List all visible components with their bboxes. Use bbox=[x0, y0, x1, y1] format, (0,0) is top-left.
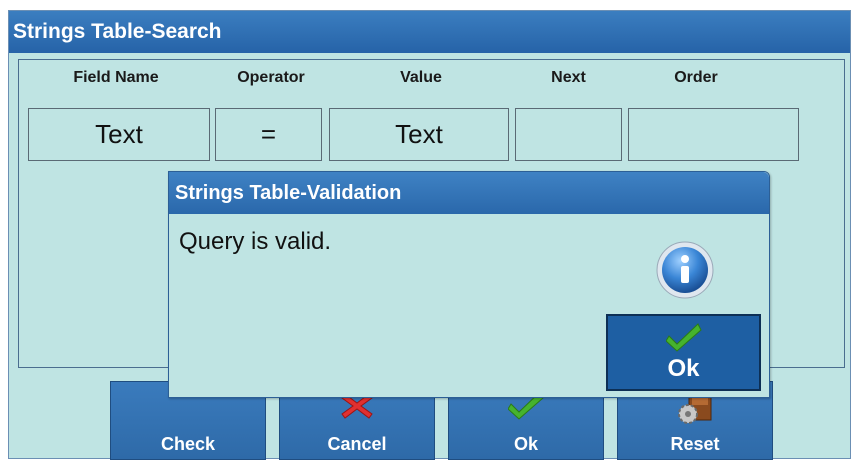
dialog-ok-button[interactable]: Ok bbox=[606, 314, 761, 391]
ok-button-label: Ok bbox=[513, 434, 538, 454]
check-button-label: Check bbox=[160, 434, 216, 454]
column-header-order: Order bbox=[674, 69, 718, 86]
dialog-title: Strings Table-Validation bbox=[169, 172, 769, 214]
cancel-button-label: Cancel bbox=[327, 434, 387, 454]
value-cell[interactable]: Text bbox=[329, 108, 509, 161]
column-header-field-name: Field Name bbox=[73, 69, 159, 86]
next-cell[interactable] bbox=[515, 108, 622, 161]
column-header-value: Value bbox=[400, 69, 442, 86]
dialog-message: Query is valid. bbox=[179, 228, 332, 255]
reset-button-label: Reset bbox=[670, 434, 720, 454]
dialog-check-icon bbox=[664, 322, 702, 359]
info-icon bbox=[655, 240, 715, 300]
order-cell[interactable] bbox=[628, 108, 799, 161]
search-window: Strings Table-Search Field Name Operator… bbox=[8, 10, 851, 460]
operator-cell[interactable]: = bbox=[215, 108, 322, 161]
column-header-next: Next bbox=[551, 69, 586, 86]
dialog-ok-label: Ok bbox=[667, 355, 700, 382]
field-name-cell[interactable]: Text bbox=[28, 108, 210, 161]
validation-dialog: Strings Table-Validation Query is valid. bbox=[168, 171, 770, 398]
column-header-operator: Operator bbox=[237, 69, 305, 86]
window-title: Strings Table-Search bbox=[9, 11, 850, 53]
